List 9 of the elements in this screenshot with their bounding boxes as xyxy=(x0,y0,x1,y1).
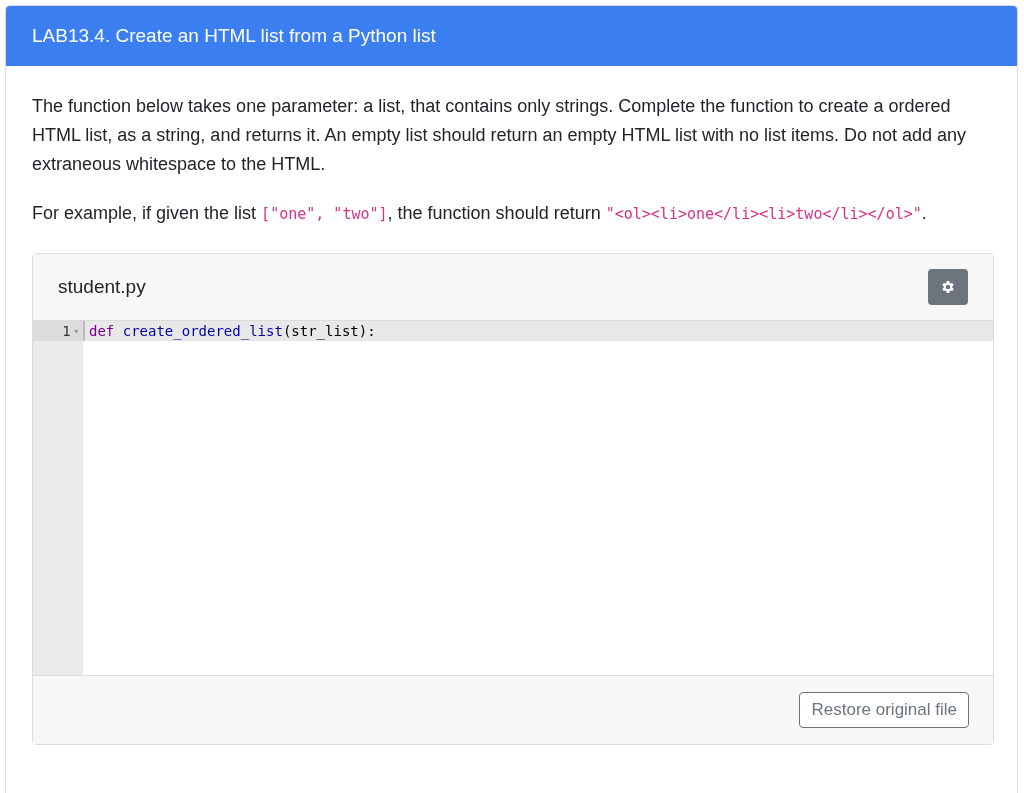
instructions-paragraph: For example, if given the list ["one", "two"], the function should return "<ol><li>one</li><li>two</li></ol>". xyxy=(32,202,928,225)
card-title: LAB13.4. Create an HTML list from a Python list xyxy=(32,25,436,47)
settings-icon xyxy=(940,279,956,295)
fold-toggle[interactable]: ▾ xyxy=(73,326,79,336)
restore-button[interactable]: Restore original file xyxy=(799,692,969,728)
settings-button[interactable] xyxy=(928,269,968,305)
line-number: 1 xyxy=(62,323,71,339)
instructions-paragraph: The function below takes one parameter: a list, that contains only strings. Complete the function to create a ordered HTML list, as a string, and returns it. An empty list should return an empty HTML list with no list items. Do not add any extraneous whitespace to the HTML. xyxy=(32,95,968,176)
filename-label: student.py xyxy=(58,276,146,298)
